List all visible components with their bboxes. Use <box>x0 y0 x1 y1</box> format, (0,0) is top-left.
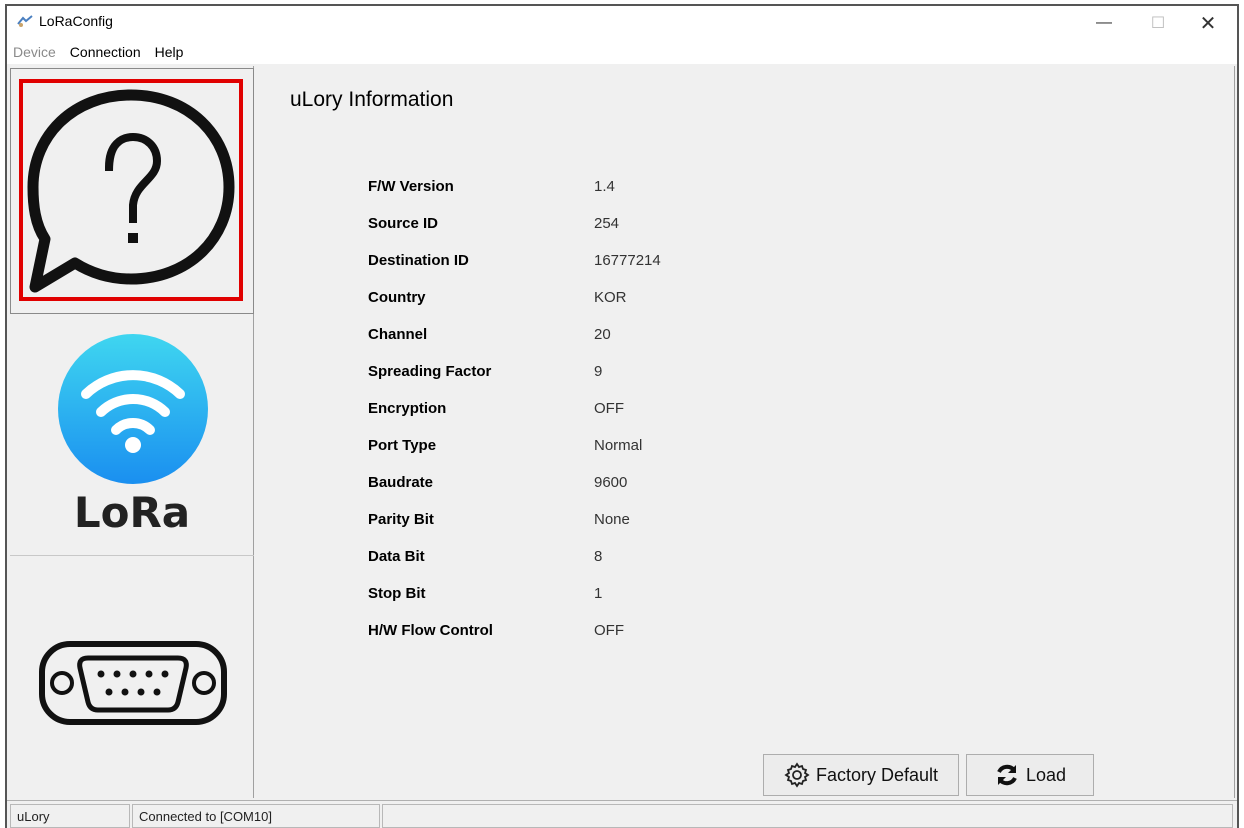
info-value: OFF <box>594 400 624 417</box>
info-label: Encryption <box>368 400 447 417</box>
sidebar-item-lora[interactable]: LoRa <box>10 316 254 556</box>
menu-connection[interactable]: Connection <box>70 44 141 60</box>
status-empty <box>382 804 1233 828</box>
title-bar: LoRaConfig — ☐ ✕ <box>7 6 1237 40</box>
info-value: Normal <box>594 437 643 454</box>
info-label: Source ID <box>368 215 439 232</box>
app-window: LoRaConfig — ☐ ✕ Device Connection Help <box>5 4 1239 828</box>
info-value: 20 <box>594 326 611 343</box>
window-title: LoRaConfig <box>39 13 113 29</box>
info-label: Spreading Factor <box>368 363 492 380</box>
info-value: 1.4 <box>594 178 615 195</box>
refresh-icon <box>997 764 1017 786</box>
factory-default-label: Factory Default <box>815 764 939 785</box>
info-label: Country <box>368 289 426 306</box>
info-label: Baudrate <box>368 474 434 491</box>
info-value: 1 <box>594 585 603 602</box>
menu-help[interactable]: Help <box>155 44 184 60</box>
gear-icon <box>784 762 810 788</box>
load-button[interactable]: Load <box>966 754 1094 796</box>
info-label: Destination ID <box>368 252 469 269</box>
lora-wifi-icon <box>58 334 208 484</box>
info-label: Parity Bit <box>368 511 434 528</box>
info-label: H/W Flow Control <box>368 622 493 639</box>
sidebar-item-serial[interactable] <box>10 558 254 796</box>
info-value: OFF <box>594 622 624 639</box>
help-speech-bubble-icon <box>27 89 235 293</box>
info-value: 16777214 <box>594 252 661 269</box>
factory-default-button[interactable]: Factory Default <box>763 754 959 796</box>
info-value: 254 <box>594 215 620 232</box>
status-bar: uLory Connected to [COM10] <box>7 800 1237 828</box>
menu-device[interactable]: Device <box>13 44 56 60</box>
selection-frame <box>19 79 243 301</box>
load-label: Load <box>1025 764 1067 785</box>
info-label: Data Bit <box>368 548 425 565</box>
sidebar-item-help[interactable] <box>10 68 254 314</box>
info-value: 8 <box>594 548 603 565</box>
status-device: uLory <box>10 804 130 828</box>
lora-label: LoRa <box>73 488 191 537</box>
info-value: KOR <box>594 289 627 306</box>
close-icon: ✕ <box>1199 12 1217 35</box>
info-value: 9600 <box>594 474 628 491</box>
page-title: uLory Information <box>290 88 454 111</box>
main-panel: uLory Information F/W Version 1.4 Source I… <box>255 66 1235 798</box>
close-button[interactable]: ✕ <box>1185 6 1231 40</box>
minimize-icon: — <box>1096 14 1112 31</box>
info-label: Channel <box>368 326 428 343</box>
status-connection: Connected to [COM10] <box>132 804 380 828</box>
info-label: F/W Version <box>368 178 454 195</box>
sidebar: LoRa <box>10 66 254 798</box>
info-value: 9 <box>594 363 603 380</box>
app-icon <box>17 15 33 27</box>
minimize-button[interactable]: — <box>1081 6 1127 40</box>
info-label: Port Type <box>368 437 437 454</box>
maximize-icon: ☐ <box>1150 15 1166 32</box>
menu-bar: Device Connection Help <box>7 40 1237 64</box>
info-label: Stop Bit <box>368 585 426 602</box>
serial-port-icon <box>39 641 227 725</box>
maximize-button[interactable]: ☐ <box>1135 6 1181 40</box>
info-value: None <box>594 511 630 528</box>
